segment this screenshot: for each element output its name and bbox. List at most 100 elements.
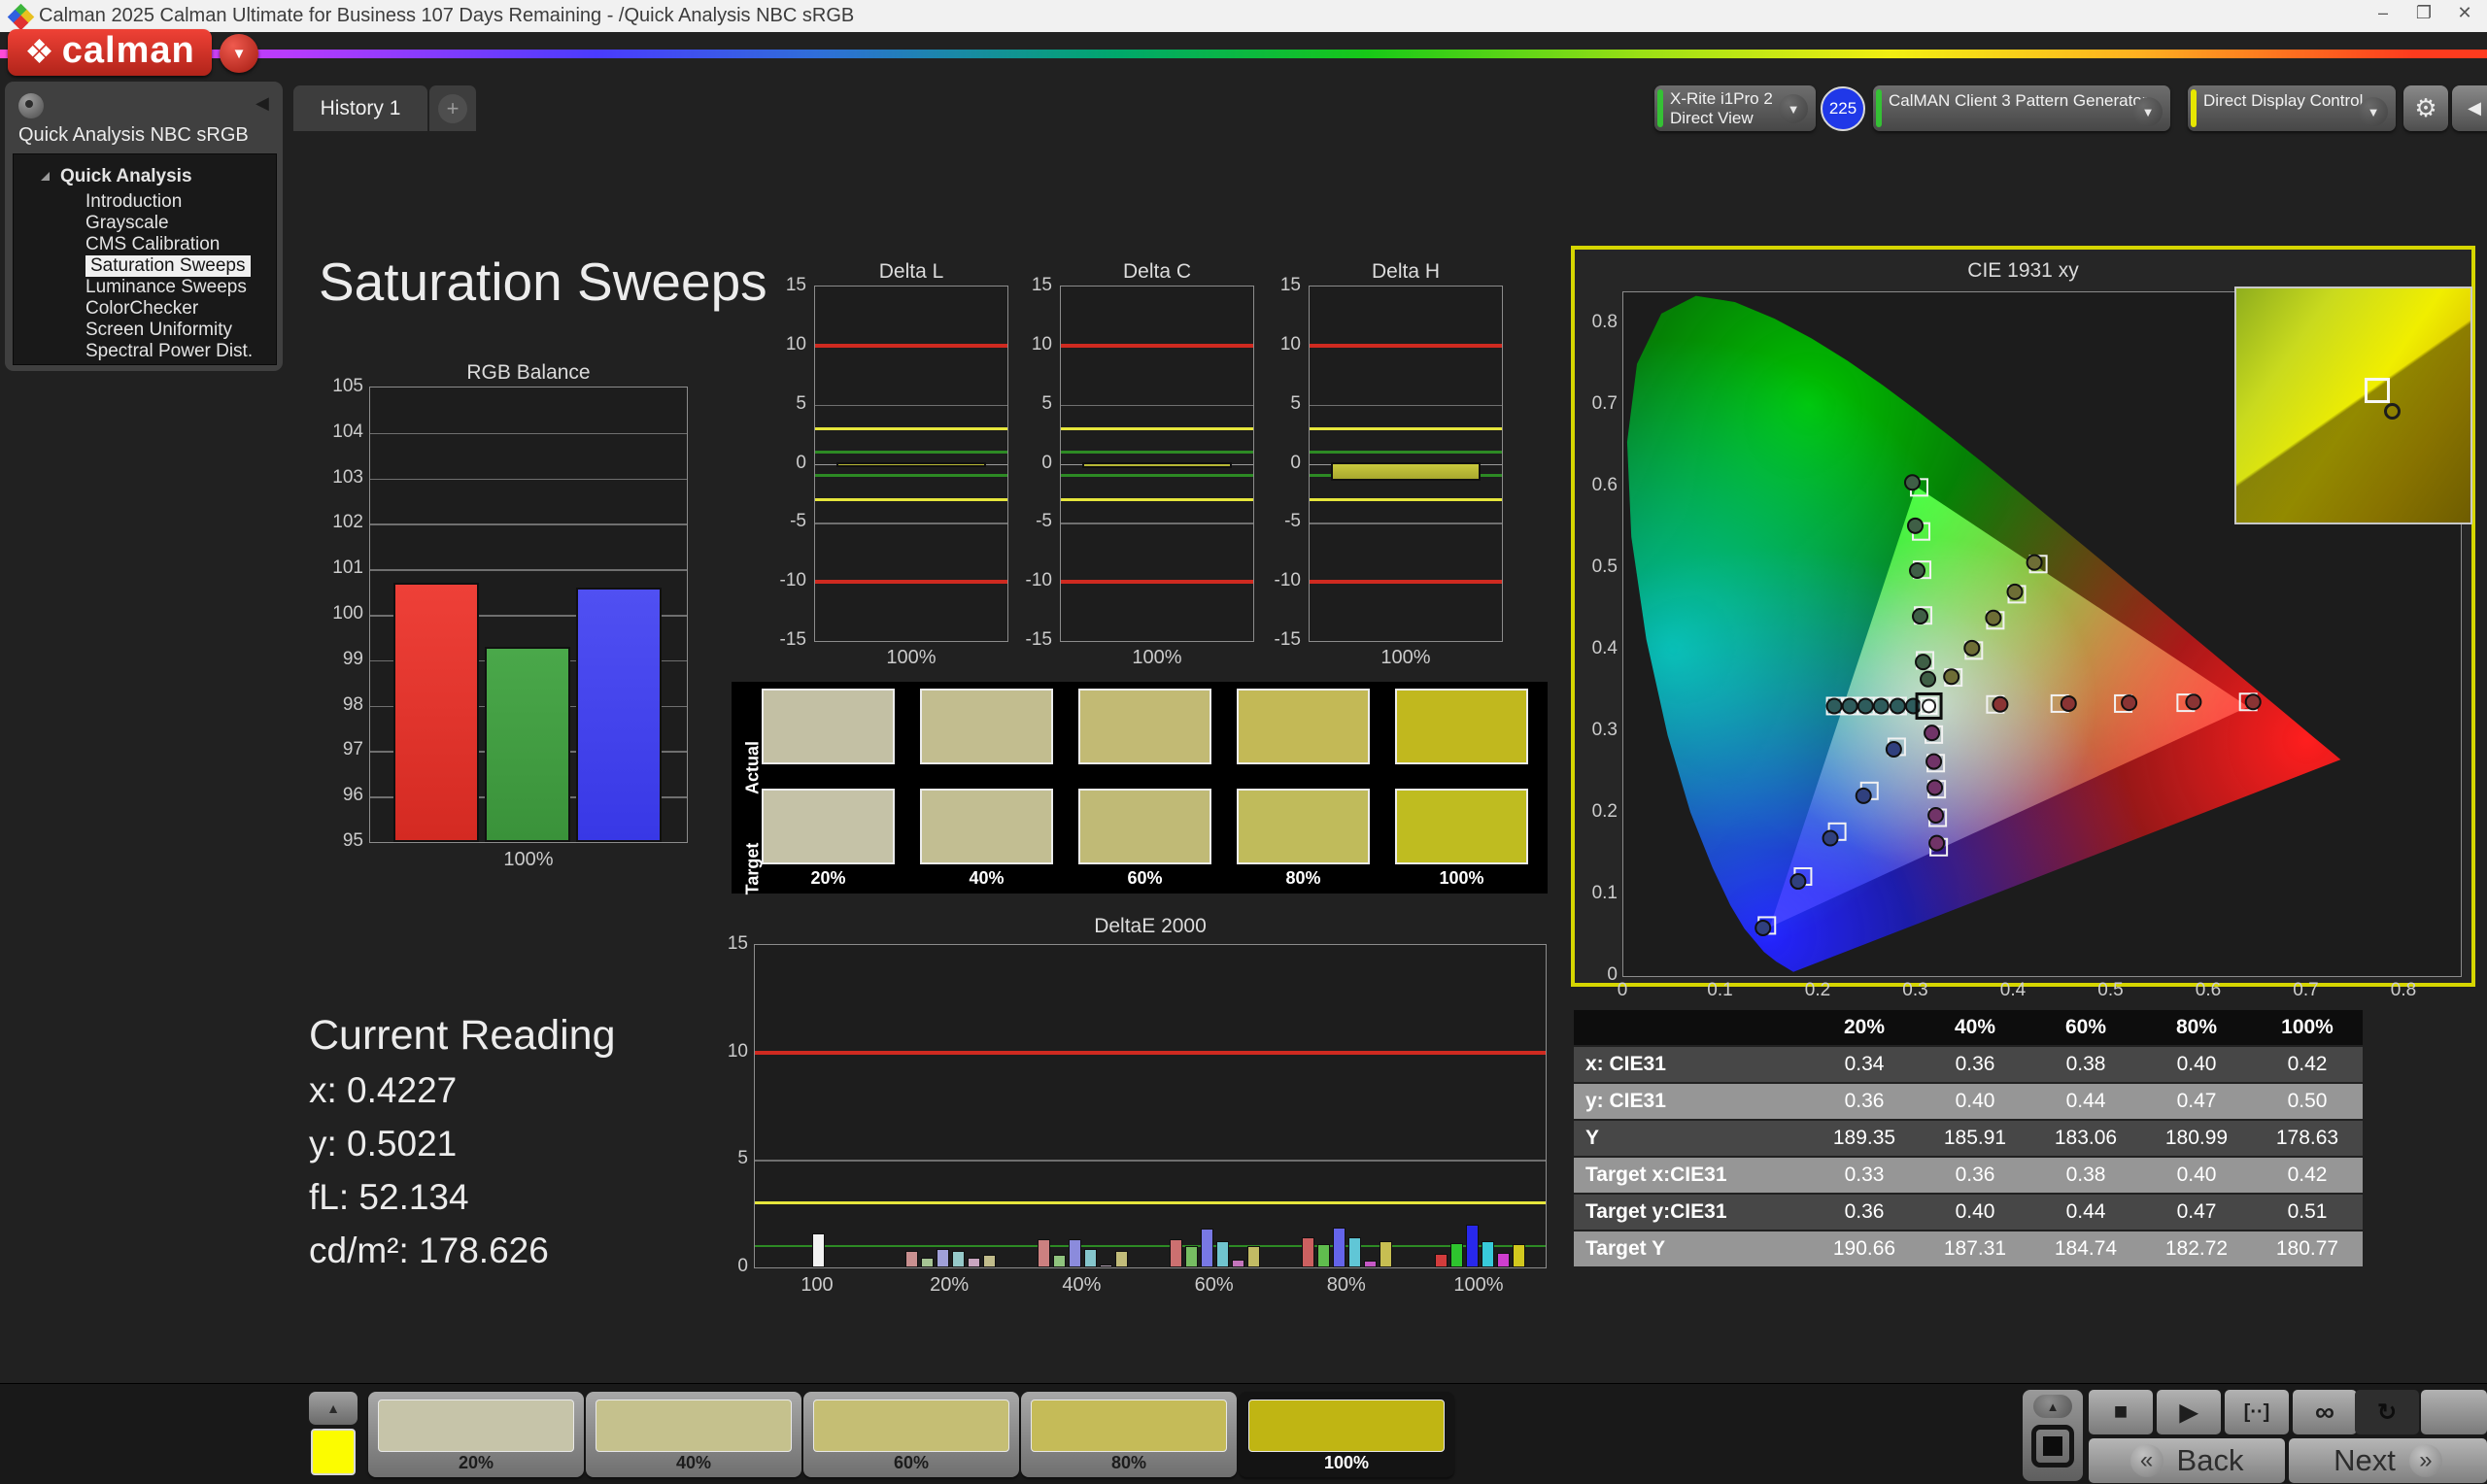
meter-exposure-badge[interactable]: 225 bbox=[1821, 86, 1865, 131]
calman-logo-button[interactable]: ❖ calman bbox=[8, 29, 212, 76]
tree-root-quick-analysis[interactable]: Quick Analysis bbox=[60, 166, 192, 187]
pattern-window-button[interactable]: ▲ bbox=[2023, 1390, 2083, 1481]
cie-measured-circle bbox=[1928, 834, 1946, 852]
table-row-label: y: CIE31 bbox=[1585, 1090, 1666, 1112]
ref-line bbox=[1061, 426, 1253, 430]
delta-y-tick: -5 bbox=[1284, 511, 1301, 532]
sidebar-item-screen-uniformity[interactable]: Screen Uniformity bbox=[85, 320, 232, 341]
app-icon bbox=[7, 3, 35, 31]
cie-measured-circle bbox=[1922, 698, 1937, 714]
badge-value: 225 bbox=[1828, 99, 1857, 118]
sidebar-item-introduction[interactable]: Introduction bbox=[85, 191, 182, 213]
continuous-icon: ∞ bbox=[2315, 1397, 2334, 1427]
cie-x-tick: 0.7 bbox=[2293, 980, 2319, 1000]
table-col-header: 100% bbox=[2281, 1016, 2334, 1038]
delta-y-tick: -10 bbox=[1274, 570, 1301, 591]
deltae-bar-80% bbox=[1380, 1241, 1393, 1267]
table-cell: 0.47 bbox=[2176, 1200, 2217, 1223]
cie-y-tick: 0 bbox=[1607, 964, 1618, 985]
plus-icon: + bbox=[446, 95, 460, 120]
ref-line bbox=[1310, 426, 1502, 430]
deltae-bar-80% bbox=[1302, 1237, 1315, 1267]
pattern-button-20%[interactable]: 20% bbox=[368, 1392, 584, 1477]
ref-line bbox=[755, 1244, 1546, 1248]
stop-button[interactable]: ■ bbox=[2089, 1390, 2153, 1434]
deltae-bar-60% bbox=[1185, 1245, 1199, 1267]
cie-measured-circle bbox=[2244, 693, 2262, 711]
table-col-header: 20% bbox=[1843, 1016, 1886, 1038]
play-button[interactable]: ▶ bbox=[2157, 1390, 2221, 1434]
actual-swatch-80% bbox=[1237, 689, 1370, 764]
rgb-y-tick: 99 bbox=[342, 648, 363, 669]
cie-zoom-inset bbox=[2234, 287, 2472, 524]
swatch-col-label: 100% bbox=[1439, 868, 1484, 888]
back-button[interactable]: « Back bbox=[2089, 1438, 2285, 1483]
pattern-button-60%[interactable]: 60% bbox=[803, 1392, 1019, 1477]
sidebar-item-luminance-sweeps[interactable]: Luminance Sweeps bbox=[85, 277, 247, 298]
maximize-button[interactable]: ❐ bbox=[2402, 3, 2446, 23]
main-menu-dropdown-button[interactable]: ▼ bbox=[220, 34, 258, 73]
sidebar-item-cms-calibration[interactable]: CMS Calibration bbox=[85, 234, 220, 255]
sidebar-item-colorchecker[interactable]: ColorChecker bbox=[85, 298, 198, 320]
table-cell: 0.33 bbox=[1844, 1164, 1885, 1186]
pattern-label: 60% bbox=[893, 1453, 930, 1472]
delta-y-tick: -10 bbox=[779, 570, 806, 591]
window-title: Calman 2025 Calman Ultimate for Business… bbox=[39, 5, 855, 26]
workflow-tree-panel: Quick Analysis Introduction Grayscale CMS … bbox=[13, 153, 277, 365]
minimize-button[interactable]: – bbox=[2361, 3, 2405, 23]
cie-measured-circle bbox=[1927, 807, 1945, 825]
ref-line bbox=[1061, 343, 1253, 348]
ref-line bbox=[815, 497, 1007, 501]
sidebar-collapse-button[interactable]: ◀ bbox=[256, 93, 269, 114]
sidebar-item-grayscale[interactable]: Grayscale bbox=[85, 213, 169, 234]
meter-dropdown[interactable]: X-Rite i1Pro 2 Direct View ▼ bbox=[1654, 85, 1816, 131]
sidebar-options-button[interactable] bbox=[18, 93, 44, 118]
rgb-y-tick: 97 bbox=[342, 739, 363, 760]
extra-button[interactable] bbox=[2421, 1390, 2487, 1434]
sidebar-item-spectral-power-dist-[interactable]: Spectral Power Dist. bbox=[85, 341, 253, 362]
deltae-y-tick: 15 bbox=[727, 933, 748, 954]
gridline bbox=[815, 523, 1007, 524]
reading-x: x: 0.4227 bbox=[309, 1070, 458, 1110]
rgb-balance-chart bbox=[369, 387, 688, 843]
close-button[interactable]: ✕ bbox=[2442, 3, 2487, 23]
toolbar-collapse-button[interactable]: ◀ bbox=[2452, 85, 2487, 131]
deltae-bar-60% bbox=[1247, 1245, 1261, 1267]
delta-y-tick: -5 bbox=[1036, 511, 1052, 532]
step-measure-button[interactable]: [··] bbox=[2225, 1390, 2289, 1434]
deltae-bar-80% bbox=[1348, 1237, 1362, 1267]
cie-measured-circle bbox=[1822, 829, 1839, 847]
refresh-button[interactable]: ↻ bbox=[2355, 1390, 2419, 1434]
workflow-title: Quick Analysis NBC sRGB bbox=[18, 124, 249, 146]
tree-expand-icon[interactable] bbox=[41, 172, 50, 181]
pattern-swatch bbox=[378, 1400, 574, 1452]
tab-history-1[interactable]: History 1 bbox=[293, 85, 427, 131]
pattern-tray-expand-button[interactable]: ▲ bbox=[309, 1392, 358, 1425]
pattern-swatch bbox=[813, 1400, 1009, 1452]
settings-button[interactable]: ⚙ bbox=[2403, 85, 2448, 131]
rgb-y-tick: 103 bbox=[332, 466, 363, 488]
swatch-col-label: 80% bbox=[1285, 868, 1321, 888]
delta-y-tick: -15 bbox=[1274, 629, 1301, 650]
swatch-row-label: Actual bbox=[742, 741, 763, 795]
continuous-button[interactable]: ∞ bbox=[2293, 1390, 2357, 1434]
deltae-bar-100% bbox=[1434, 1253, 1448, 1267]
add-tab-button[interactable]: + bbox=[429, 85, 476, 131]
actual-target-swatch-panel: Actual Target 20% 40% 60% 80% 100% bbox=[732, 682, 1548, 894]
cie-x-tick: 0.6 bbox=[2195, 980, 2222, 1000]
current-pattern-preview[interactable] bbox=[311, 1429, 356, 1475]
cie-measured-circle bbox=[1841, 697, 1858, 715]
delta-h-x-label: 100% bbox=[1380, 647, 1431, 668]
pattern-generator-dropdown[interactable]: CalMAN Client 3 Pattern Generator ▼ bbox=[1873, 85, 2170, 131]
display-control-dropdown[interactable]: Direct Display Control ▼ bbox=[2188, 85, 2396, 131]
pattern-button-80%[interactable]: 80% bbox=[1021, 1392, 1237, 1477]
delta-y-tick: 15 bbox=[1031, 275, 1052, 295]
current-reading-heading: Current Reading bbox=[309, 1012, 616, 1059]
pattern-button-40%[interactable]: 40% bbox=[586, 1392, 801, 1477]
pattern-button-100%[interactable]: 100% bbox=[1239, 1392, 1454, 1477]
table-row-target-x-cie31: Target x:CIE31 0.33 0.36 0.38 0.40 0.42 bbox=[1574, 1158, 2363, 1193]
delta-y-tick: 10 bbox=[1031, 333, 1052, 354]
sidebar-item-saturation-sweeps[interactable]: Saturation Sweeps bbox=[85, 255, 251, 277]
next-button[interactable]: Next » bbox=[2289, 1438, 2487, 1483]
rgb-bar-blue bbox=[576, 587, 662, 842]
